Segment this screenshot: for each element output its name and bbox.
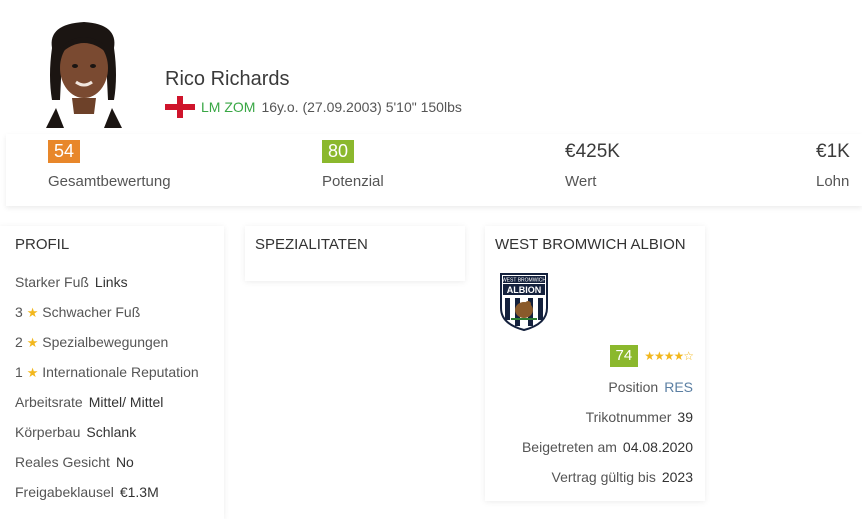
row-value: €1.3M: [119, 484, 159, 500]
position-link[interactable]: RES: [664, 379, 693, 395]
specialities-title: SPEZIALITATEN: [255, 236, 368, 253]
profile-row: Arbeitsrate Mittel/ Mittel: [15, 391, 224, 421]
row-label: Freigabeklausel: [15, 484, 114, 500]
club-stars-icon: ★★★★☆: [644, 349, 694, 363]
row-value: 39: [677, 409, 693, 425]
club-rating-row: 74 ★★★★☆: [522, 344, 694, 376]
profile-row: Freigabeklausel €1.3M: [15, 481, 224, 511]
stat-potential: 80 Potenzial: [322, 140, 384, 190]
row-label: Körperbau: [15, 424, 81, 440]
player-meta: LM ZOM 16y.o. (27.09.2003) 5'10" 150lbs: [165, 96, 462, 118]
stat-overall: 54 Gesamtbewertung: [48, 140, 171, 190]
row-value: Mittel/ Mittel: [88, 394, 164, 410]
club-row: Position RES: [522, 376, 693, 406]
stats-bar: 54 Gesamtbewertung 80 Potenzial €425K We…: [6, 134, 862, 206]
club-row: Beigetreten am 04.08.2020: [522, 436, 693, 466]
market-value: €425K: [565, 141, 620, 162]
stat-label: Potenzial: [322, 173, 384, 190]
row-label: Starker Fuß: [15, 274, 89, 290]
row-label: Internationale Reputation: [42, 364, 199, 380]
club-rating-badge: 74: [609, 345, 639, 367]
stat-label: Gesamtbewertung: [48, 173, 171, 190]
row-value: 2023: [661, 469, 693, 485]
club-row: Vertrag gültig bis 2023: [522, 466, 693, 496]
profile-row: Starker Fuß Links: [15, 271, 224, 301]
row-number: 2: [15, 334, 23, 350]
row-label: Spezialbewegungen: [42, 334, 169, 350]
profile-row: Reales Gesicht No: [15, 451, 224, 481]
stat-label: Wert: [565, 173, 597, 190]
row-number: 1: [15, 364, 23, 380]
profile-card: PROFIL Starker Fuß Links 3 ★ Schwacher Fu…: [0, 226, 224, 519]
player-name: Rico Richards: [165, 68, 290, 90]
potential-badge: 80: [322, 140, 355, 163]
star-icon: ★: [26, 335, 39, 350]
stat-wage: €1K Lohn: [816, 140, 850, 190]
profile-row: 1 ★ Internationale Reputation: [15, 361, 224, 391]
club-crest-icon[interactable]: WEST BROMWICH ALBION: [499, 272, 549, 332]
row-value: Schlank: [86, 424, 137, 440]
row-label: Position: [608, 379, 659, 395]
row-number: 3: [15, 304, 23, 320]
club-info: 74 ★★★★☆ Position RES Trikotnummer 39 Beige…: [522, 344, 694, 496]
crest-main-text: ALBION: [507, 285, 542, 295]
profile-row: 2 ★ Spezialbewegungen: [15, 331, 224, 361]
row-label: Beigetreten am: [521, 439, 617, 455]
profile-row: 3 ★ Schwacher Fuß: [15, 301, 224, 331]
player-header: Rico Richards LM ZOM 16y.o. (27.09.2003)…: [0, 0, 862, 130]
row-label: Schwacher Fuß: [42, 304, 141, 320]
row-label: Vertrag gültig bis: [551, 469, 656, 485]
row-value: 04.08.2020: [622, 439, 693, 455]
club-title[interactable]: WEST BROMWICH ALBION: [495, 236, 693, 253]
crest-top-text: WEST BROMWICH: [502, 278, 546, 284]
wage-value: €1K: [816, 141, 850, 162]
row-label: Arbeitsrate: [15, 394, 83, 410]
star-icon: ★: [26, 365, 39, 380]
player-photo: [38, 18, 130, 128]
row-value: No: [115, 454, 134, 470]
profile-title: PROFIL: [15, 236, 70, 253]
england-flag-icon: [165, 96, 195, 118]
profile-row: Körperbau Schlank: [15, 421, 224, 451]
stat-label: Lohn: [816, 173, 850, 190]
row-value: Links: [94, 274, 128, 290]
specialities-card: SPEZIALITATEN: [245, 226, 465, 281]
player-details: 16y.o. (27.09.2003) 5'10" 150lbs: [261, 99, 462, 115]
stat-value: €425K Wert: [565, 140, 620, 190]
player-positions[interactable]: LM ZOM: [201, 99, 255, 115]
overall-badge: 54: [48, 140, 81, 163]
star-icon: ★: [26, 305, 39, 320]
row-label: Reales Gesicht: [15, 454, 110, 470]
club-row: Trikotnummer 39: [522, 406, 693, 436]
club-card: WEST BROMWICH ALBION WEST BROMWICH ALBIO…: [485, 226, 705, 501]
row-label: Trikotnummer: [585, 409, 672, 425]
